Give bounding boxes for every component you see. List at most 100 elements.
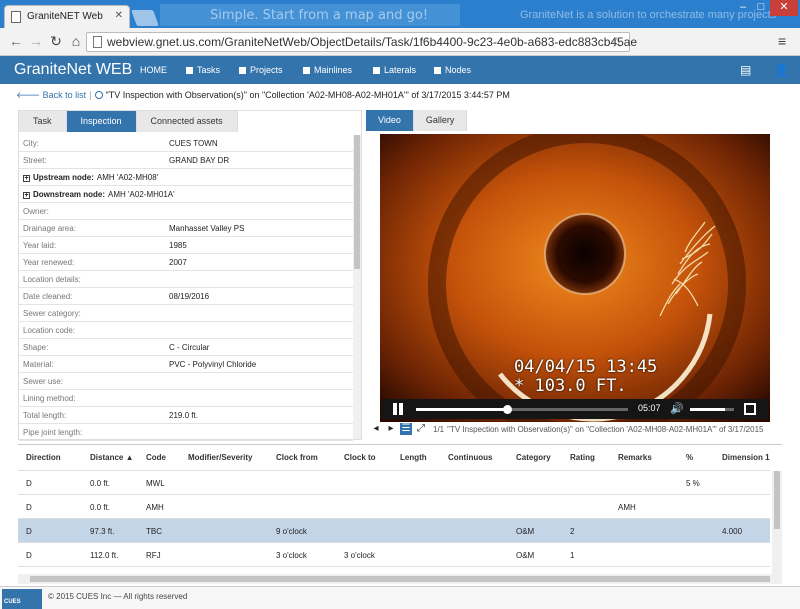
grid-scrollbar-thumb[interactable] <box>774 471 780 529</box>
column-header[interactable]: Category <box>516 453 551 462</box>
field-label: Owner: <box>23 207 49 216</box>
tab-gallery[interactable]: Gallery <box>413 110 468 131</box>
table-cell: 9 o'clock <box>276 527 307 536</box>
field-row[interactable]: + Downstream node: AMH 'A02-MH01A' <box>19 186 353 203</box>
field-row: Sewer use: <box>19 373 353 390</box>
user-icon[interactable]: 👤 <box>774 63 789 77</box>
field-label-text: Downstream node: <box>33 190 106 199</box>
video-seek-bar[interactable] <box>416 405 628 414</box>
expand-plus-icon[interactable]: + <box>23 192 30 199</box>
field-label: Shape: <box>23 343 49 352</box>
expand-plus-icon[interactable]: + <box>23 175 30 182</box>
field-row[interactable]: + Upstream node: AMH 'A02-MH08' <box>19 169 353 186</box>
cues-logo: CUES <box>2 589 42 609</box>
video-time: 05:07 <box>638 403 661 413</box>
column-header[interactable]: Code <box>146 453 166 462</box>
field-label: Pipe joint length: <box>23 428 83 437</box>
column-header[interactable]: Direction <box>26 453 61 462</box>
volume-slider[interactable] <box>690 408 734 411</box>
column-header[interactable]: Clock to <box>344 453 376 462</box>
fullscreen-icon[interactable] <box>744 403 756 415</box>
media-counter: 1/1 <box>433 424 445 434</box>
nav-home[interactable]: HOME <box>140 65 167 75</box>
column-header[interactable]: Continuous <box>448 453 492 462</box>
details-scrollbar-thumb[interactable] <box>354 135 360 269</box>
home-icon[interactable]: ⌂ <box>68 33 84 49</box>
forward-arrow-icon[interactable]: → <box>28 33 44 49</box>
back-to-list-link[interactable]: 🡐 Back to list <box>16 90 86 100</box>
column-header[interactable]: Distance ▲ <box>90 453 134 462</box>
table-row[interactable]: D 97.3 ft. TBC 9 o'clock O&M 2 4.000 <box>18 519 770 543</box>
video-seek-handle[interactable] <box>503 405 513 414</box>
table-cell: D <box>26 527 32 536</box>
details-tabs: Task Inspection Connected assets <box>19 111 238 132</box>
table-row[interactable]: D 0.0 ft. AMH AMH <box>18 495 770 519</box>
column-header[interactable]: Length <box>400 453 427 462</box>
expand-icon[interactable]: ⤢ <box>415 423 427 435</box>
field-row: Shape: C - Circular <box>19 339 353 356</box>
column-header[interactable]: % <box>686 453 693 462</box>
next-icon[interactable]: ▸ <box>385 423 397 435</box>
address-bar[interactable]: webview.gnet.us.com/GraniteNetWeb/Object… <box>86 32 637 52</box>
video-controls: 05:07 🔊 <box>382 399 768 419</box>
nav-projects[interactable]: Projects <box>239 65 283 75</box>
browser-tab[interactable]: GraniteNET Web ✕ <box>4 5 130 28</box>
tab-task[interactable]: Task <box>19 111 67 132</box>
tab-inspection[interactable]: Inspection <box>66 111 137 132</box>
list-view-icon[interactable]: ☰ <box>400 423 412 435</box>
previous-icon[interactable]: ◂ <box>370 423 382 435</box>
tab-close-icon[interactable]: ✕ <box>115 10 123 21</box>
field-label: Sewer use: <box>23 377 64 386</box>
nav-tasks[interactable]: Tasks <box>186 65 220 75</box>
inspection-video[interactable]: 04/04/15 13:45 * 103.0 FT. <box>380 134 770 422</box>
app-logo[interactable]: GraniteNet WEB <box>14 61 132 79</box>
table-cell: 112.0 ft. <box>90 551 119 560</box>
table-row[interactable]: D 0.0 ft. MWL 5 % <box>18 471 770 495</box>
column-header[interactable]: Remarks <box>618 453 652 462</box>
nav-laterals[interactable]: Laterals <box>373 65 416 75</box>
reload-icon[interactable]: ↻ <box>48 33 64 50</box>
copyright-text: © 2015 CUES Inc — All rights reserved <box>48 592 188 601</box>
video-seek-progress <box>416 408 508 411</box>
details-panel: Task Inspection Connected assets City: CU… <box>18 110 362 441</box>
nav-tasks-label: Tasks <box>197 65 221 75</box>
table-cell: 0.0 ft. <box>90 479 111 488</box>
grid-scrollbar[interactable] <box>772 471 782 584</box>
table-row[interactable]: D 112.0 ft. RFJ 3 o'clock 3 o'clock O&M 1 <box>18 543 770 567</box>
tab-connected-assets[interactable]: Connected assets <box>136 111 238 132</box>
window-maximize-button[interactable]: □ <box>752 0 770 16</box>
tab-video[interactable]: Video <box>366 110 414 131</box>
details-scrollbar[interactable] <box>353 135 361 439</box>
window-minimize-button[interactable]: – <box>734 0 752 16</box>
field-label: Street: <box>23 156 47 165</box>
grid-horizontal-scrollbar-thumb[interactable] <box>30 576 770 582</box>
new-tab-button[interactable] <box>131 10 159 26</box>
grid-horizontal-scrollbar[interactable] <box>18 574 782 584</box>
media-panel: Video Gallery 04/04/15 13:45 * 103.0 FT.… <box>366 110 782 440</box>
volume-icon[interactable]: 🔊 <box>670 402 684 415</box>
nav-nodes[interactable]: Nodes <box>434 65 471 75</box>
video-overlay-datetime: 04/04/15 13:45 <box>514 357 658 377</box>
address-url[interactable]: webview.gnet.us.com/GraniteNetWeb/Object… <box>107 35 637 49</box>
table-cell: 1 <box>570 551 575 560</box>
field-label: + Downstream node: AMH 'A02-MH01A' <box>23 190 175 199</box>
nav-home-label: HOME <box>140 65 167 75</box>
column-header[interactable]: Modifier/Severity <box>188 453 252 462</box>
back-arrow-icon[interactable]: ← <box>8 33 24 49</box>
browser-menu-icon[interactable]: ≡ <box>778 33 786 49</box>
column-header[interactable]: Rating <box>570 453 595 462</box>
bookmark-star-icon[interactable]: ☆ <box>610 34 623 51</box>
laterals-icon <box>373 66 380 74</box>
nav-mainlines[interactable]: Mainlines <box>303 65 352 75</box>
observations-grid: Direction Distance ▲ Code Modifier/Severity… <box>18 444 782 584</box>
page-icon <box>93 36 102 48</box>
document-icon[interactable]: ▤ <box>740 63 751 77</box>
record-icon <box>94 91 103 99</box>
media-caption: "TV Inspection with Observation(s)" on "… <box>447 424 764 434</box>
window-close-button[interactable]: ✕ <box>770 0 798 16</box>
column-header[interactable]: Clock from <box>276 453 318 462</box>
breadcrumb: 🡐 Back to list | "TV Inspection with Obser… <box>16 90 510 100</box>
field-label: + Upstream node: AMH 'A02-MH08' <box>23 173 158 182</box>
pause-button[interactable] <box>392 403 404 415</box>
column-header[interactable]: Dimension 1 <box>722 453 770 462</box>
